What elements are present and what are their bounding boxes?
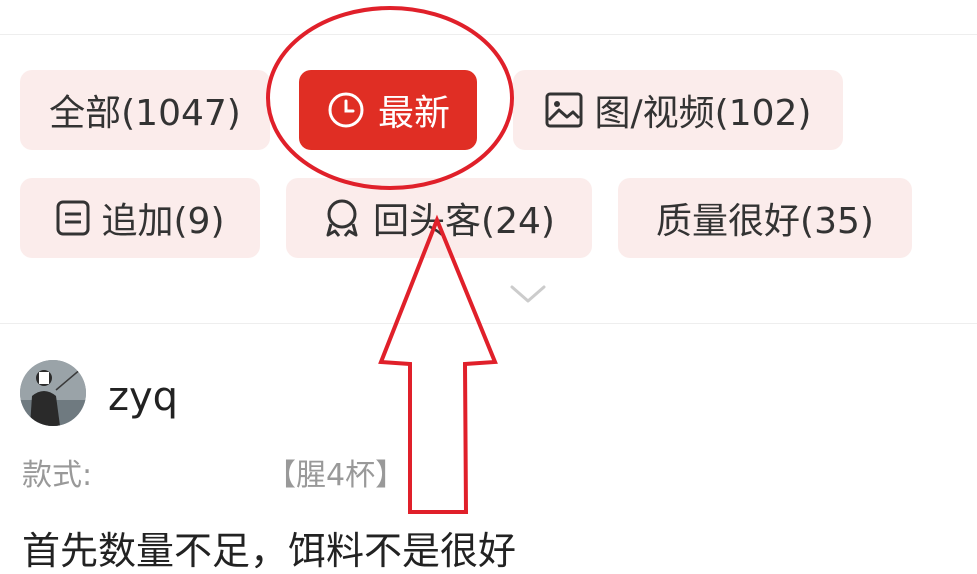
spec-value: 【腥4杯】 bbox=[266, 458, 406, 493]
reviewer-name[interactable]: zyq bbox=[108, 374, 178, 420]
review-page: 全部(1047) 最新 图/视频(102) 追加(9) 回头客(24) 质量很好… bbox=[0, 0, 977, 574]
avatar[interactable] bbox=[20, 360, 86, 426]
filter-followup-chip[interactable]: 追加(9) bbox=[20, 178, 260, 258]
badge-icon bbox=[323, 198, 361, 238]
filter-repeat-buyer-label: 回头客(24) bbox=[373, 201, 555, 242]
filter-latest-label: 最新 bbox=[377, 93, 450, 134]
image-icon bbox=[545, 92, 583, 128]
chevron-down-icon[interactable] bbox=[508, 282, 548, 306]
filter-all-chip[interactable]: 全部(1047) bbox=[20, 70, 270, 150]
divider bbox=[0, 323, 977, 324]
filter-good-quality-label: 质量很好(35) bbox=[656, 201, 874, 242]
divider bbox=[0, 34, 977, 35]
document-icon bbox=[56, 200, 90, 236]
spec-label: 款式: bbox=[22, 458, 93, 493]
filter-latest-chip[interactable]: 最新 bbox=[299, 70, 477, 150]
filter-media-label: 图/视频(102) bbox=[594, 93, 812, 134]
filter-all-label: 全部(1047) bbox=[49, 93, 241, 134]
filter-repeat-buyer-chip[interactable]: 回头客(24) bbox=[286, 178, 592, 258]
review-text: 首先数量不足，饵料不是很好 bbox=[22, 529, 517, 573]
clock-icon bbox=[326, 90, 366, 130]
filter-media-chip[interactable]: 图/视频(102) bbox=[513, 70, 843, 150]
filter-good-quality-chip[interactable]: 质量很好(35) bbox=[618, 178, 912, 258]
filter-followup-label: 追加(9) bbox=[101, 201, 225, 242]
